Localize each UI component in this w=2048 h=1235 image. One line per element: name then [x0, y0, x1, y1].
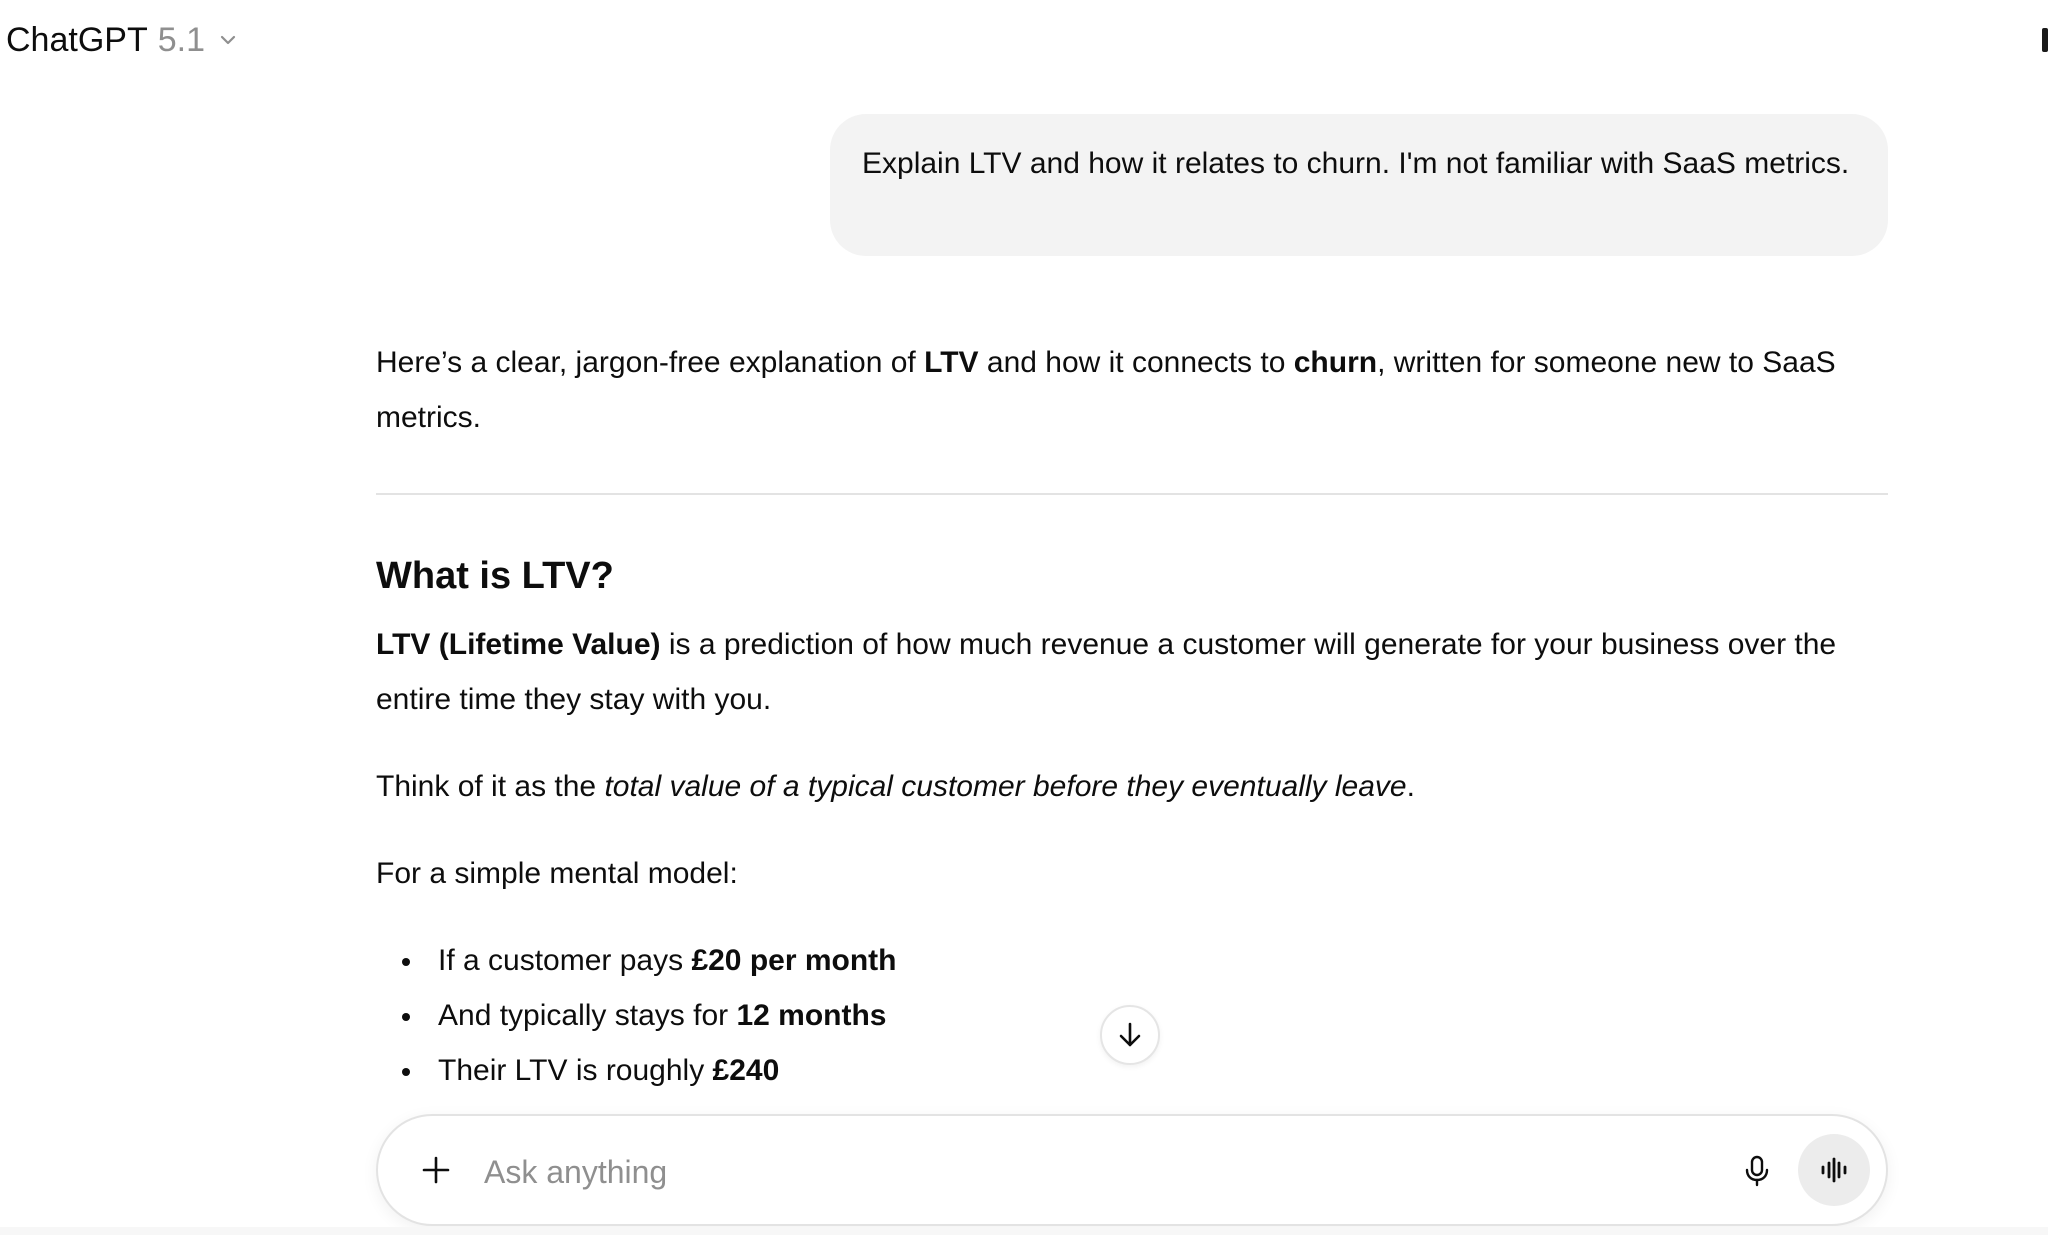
mental-model-intro: For a simple mental model:: [376, 857, 738, 890]
voice-mode-icon: [1821, 1157, 1847, 1183]
intro-text-1: Here’s a clear, jargon-free explanation …: [376, 346, 925, 379]
assistant-message: Here’s a clear, jargon-free explanation …: [376, 335, 1888, 1098]
list-item-text: Their LTV is roughly: [438, 1054, 713, 1087]
model-selector[interactable]: ChatGPT 5.1: [6, 18, 239, 62]
definition-term: LTV (Lifetime Value): [376, 628, 661, 661]
section-heading: What is LTV?: [376, 555, 614, 597]
cut-off-glyph: [2042, 28, 2048, 52]
list-item-bold: 12 months: [736, 999, 887, 1032]
list-item-bold: £20 per month: [691, 944, 897, 977]
ltv-definition: LTV (Lifetime Value) is a prediction of …: [376, 617, 1888, 727]
dictate-button[interactable]: [1732, 1146, 1782, 1196]
section-divider: [376, 493, 1888, 495]
add-attachment-button[interactable]: [414, 1148, 458, 1192]
think-italic: total value of a typical customer before…: [604, 770, 1407, 803]
think-text-2: .: [1406, 770, 1415, 803]
intro-bold-churn: churn: [1293, 346, 1378, 379]
list-item-text: If a customer pays: [438, 944, 692, 977]
microphone-icon: [1745, 1155, 1769, 1187]
list-item-text: And typically stays for: [438, 999, 737, 1032]
list-item: And typically stays for 12 months: [402, 988, 1888, 1043]
list-item: Their LTV is roughly £240: [402, 1043, 1888, 1098]
plus-icon: [422, 1156, 450, 1184]
arrow-down-icon: [1119, 1022, 1141, 1047]
chevron-down-icon: [217, 29, 239, 51]
voice-mode-button[interactable]: [1798, 1134, 1870, 1206]
user-message: Explain LTV and how it relates to churn.…: [830, 114, 1888, 256]
intro-bold-ltv: LTV: [924, 346, 979, 379]
think-text-1: Think of it as the: [376, 770, 605, 803]
scroll-to-bottom-button[interactable]: [1100, 1005, 1160, 1065]
chat-page: ChatGPT 5.1 Explain LTV and how it relat…: [0, 0, 2048, 1235]
model-name: ChatGPT: [6, 20, 148, 59]
top-bar: ChatGPT 5.1: [0, 0, 2048, 80]
intro-text-2: and how it connects to: [978, 346, 1294, 379]
list-item: If a customer pays £20 per month: [402, 933, 1888, 988]
user-message-text: Explain LTV and how it relates to churn.…: [862, 147, 1850, 180]
bottom-edge: [0, 1227, 2048, 1235]
assistant-intro: Here’s a clear, jargon-free explanation …: [376, 335, 1888, 445]
model-version: 5.1: [157, 20, 205, 59]
list-item-bold: £240: [712, 1054, 780, 1087]
think-paragraph: Think of it as the total value of a typi…: [376, 759, 1888, 814]
message-composer: [376, 1114, 1888, 1226]
chat-input[interactable]: [482, 1146, 1686, 1198]
